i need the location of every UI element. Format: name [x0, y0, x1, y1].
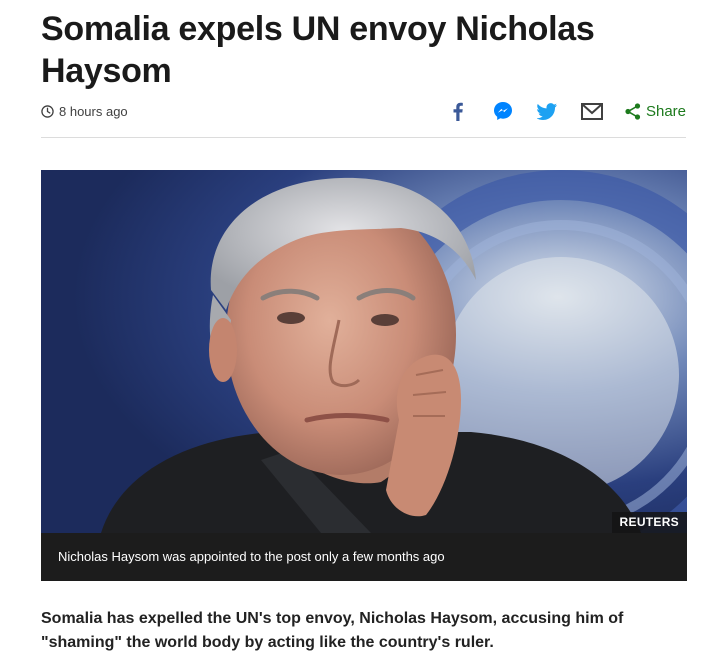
timestamp: 8 hours ago: [41, 104, 128, 119]
facebook-share-button[interactable]: [448, 102, 468, 121]
share-button[interactable]: Share: [625, 103, 686, 120]
image-credit: REUTERS: [611, 512, 687, 533]
messenger-share-button[interactable]: [492, 101, 514, 121]
article-intro: Somalia has expelled the UN's top envoy,…: [41, 610, 624, 651]
lead-image-figure: REUTERS Nicholas Haysom was appointed to…: [41, 170, 687, 581]
lead-photo: [41, 170, 687, 533]
share-label: Share: [645, 102, 686, 120]
timestamp-text: 8 hours ago: [59, 103, 128, 119]
twitter-icon: [536, 102, 557, 120]
clock-icon: [41, 104, 54, 118]
email-icon: [580, 102, 603, 120]
messenger-icon: [493, 102, 512, 120]
share-icon: [625, 102, 641, 120]
image-caption: Nicholas Haysom was appointed to the pos…: [41, 533, 687, 581]
email-share-button[interactable]: [580, 102, 604, 120]
share-tools: Share: [448, 101, 686, 121]
article-headline: Somalia expels UN envoy Nicholas Haysom: [41, 10, 595, 90]
divider: [41, 137, 686, 138]
facebook-icon: [453, 102, 463, 121]
twitter-share-button[interactable]: [536, 102, 558, 120]
article-meta: 8 hours ago Share: [41, 98, 686, 124]
